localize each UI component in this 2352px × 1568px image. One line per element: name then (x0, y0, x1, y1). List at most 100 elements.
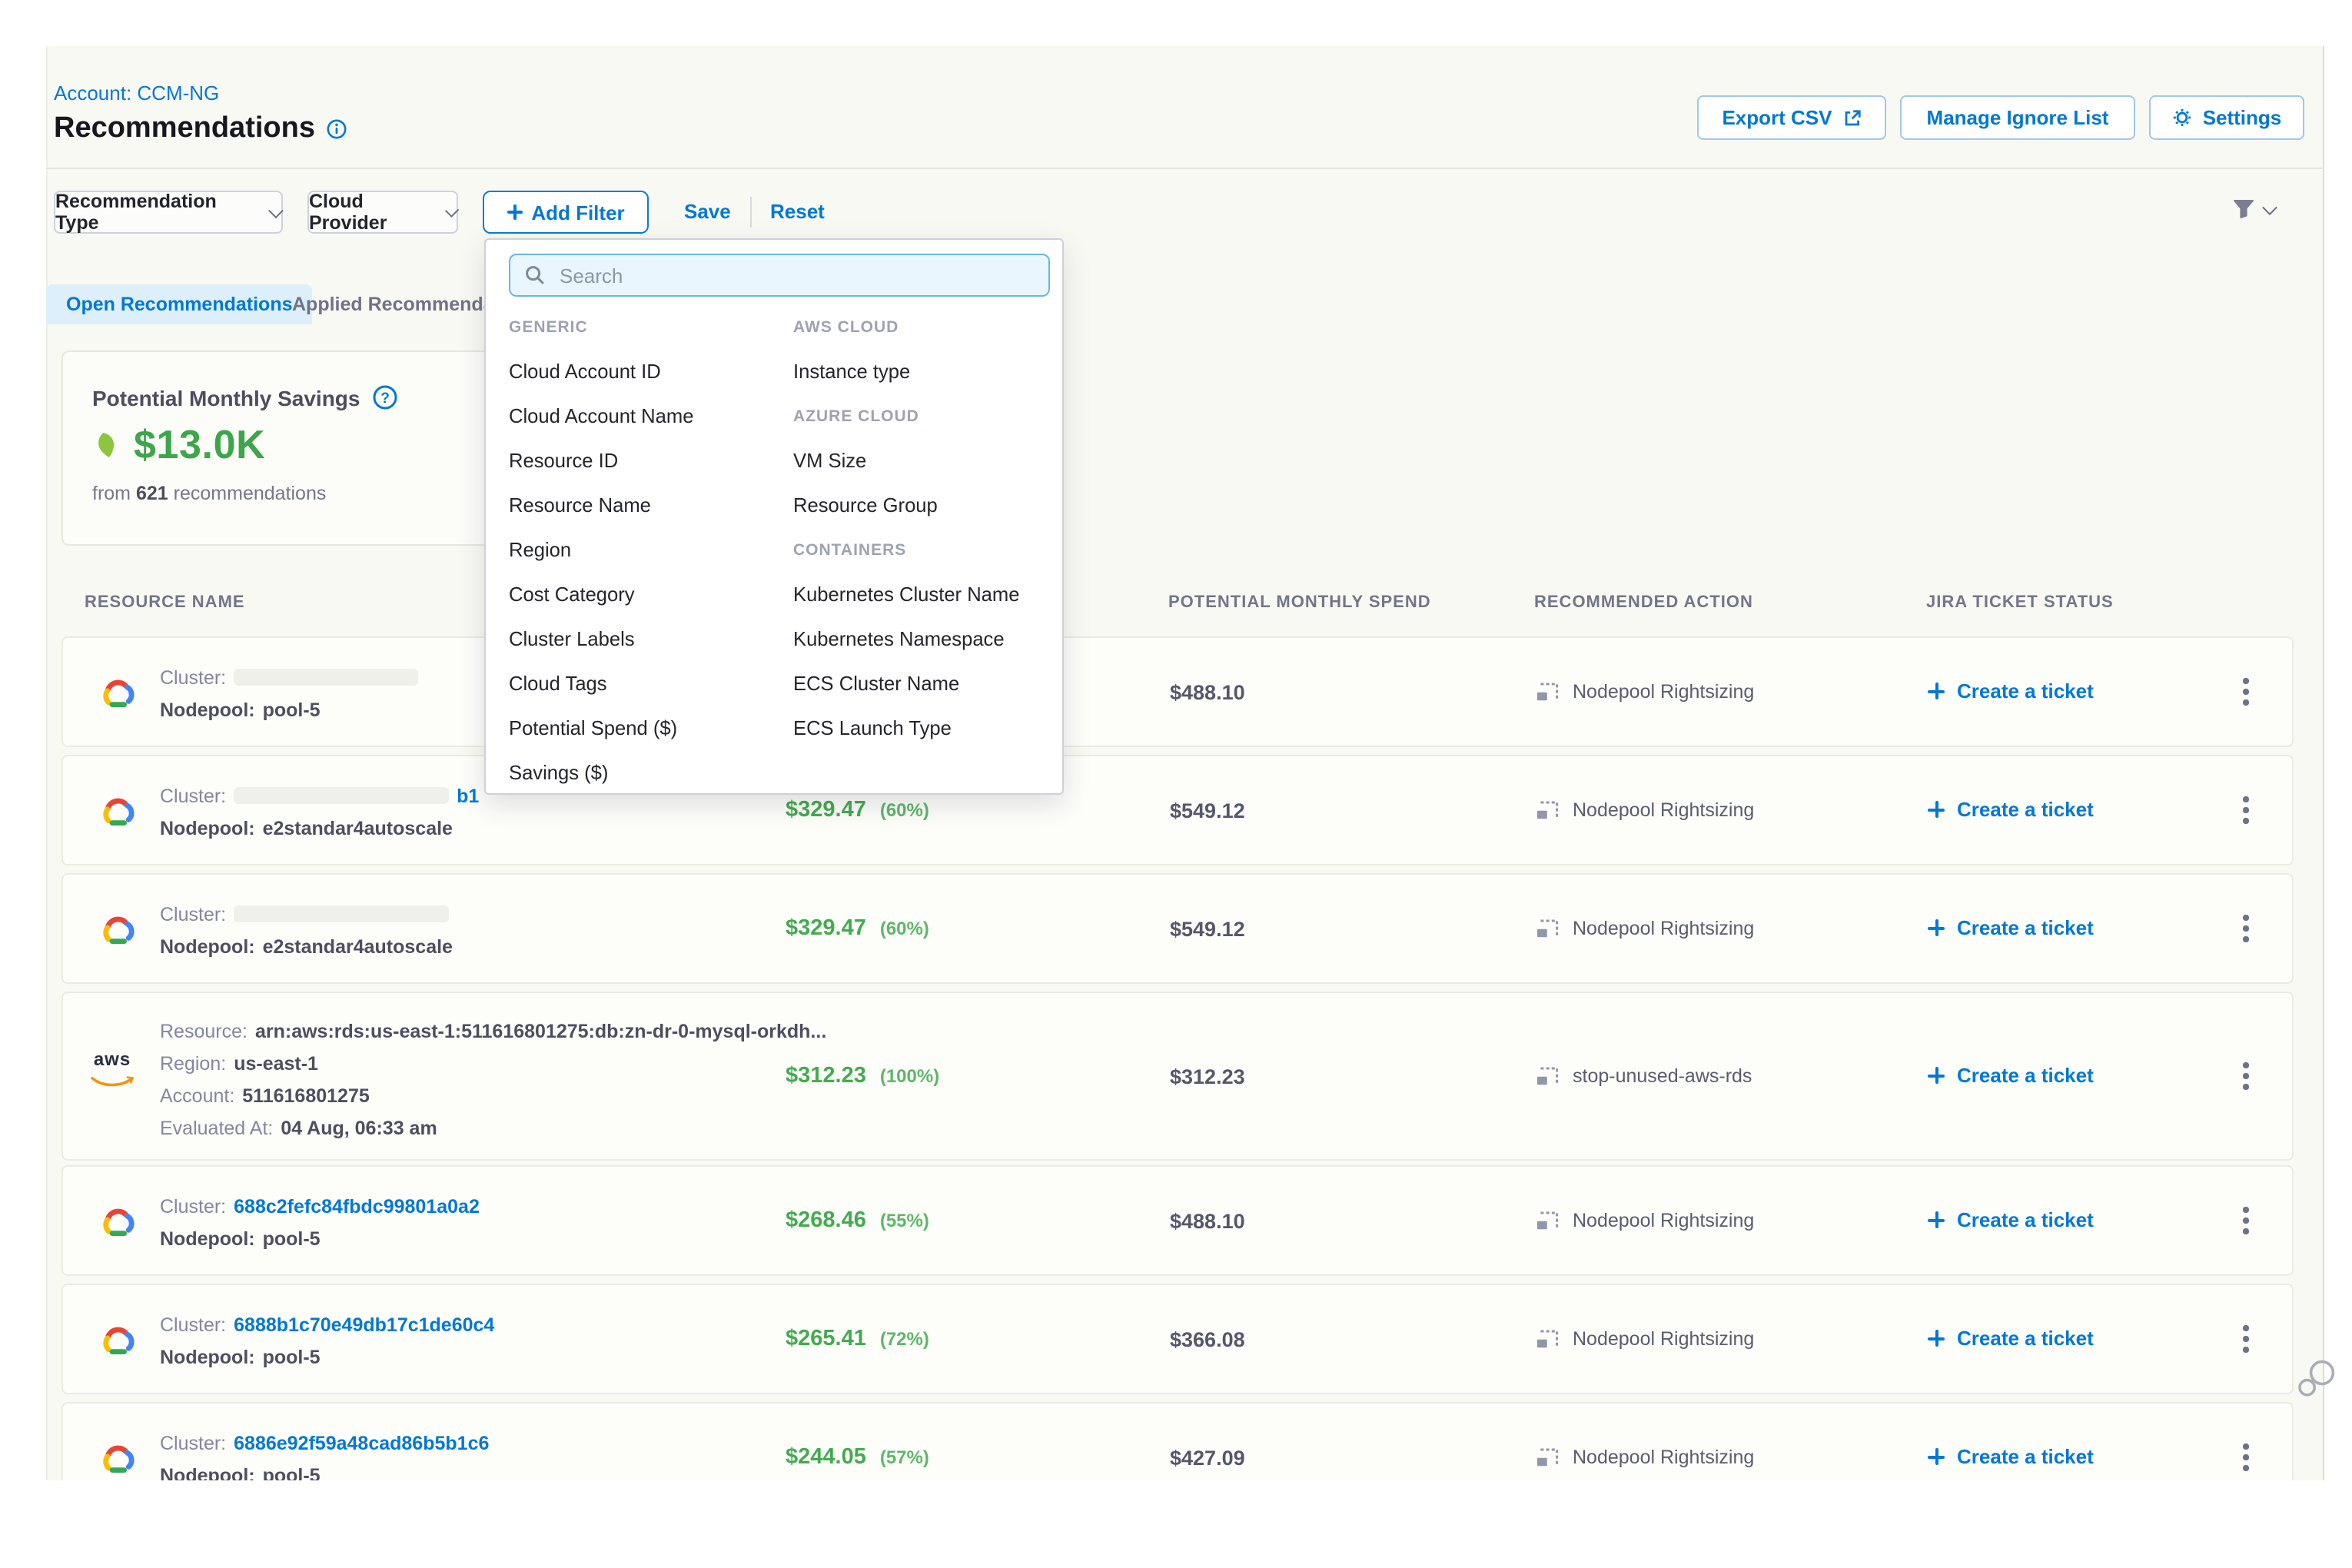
row-menu-kebab[interactable] (2240, 675, 2251, 708)
resource-label: Resource: (160, 1020, 247, 1041)
create-ticket-link[interactable]: Create a ticket (1928, 679, 2094, 703)
cloud-provider-label: Cloud Provider (309, 191, 434, 234)
export-csv-button[interactable]: Export CSV (1697, 95, 1886, 140)
rightsizing-icon (1536, 682, 1559, 702)
action-label: Nodepool Rightsizing (1573, 681, 1754, 703)
gcp-icon (98, 913, 138, 953)
table-row[interactable]: Cluster:6888b1c70e49db17c1de60c4 Nodepoo… (61, 1284, 2294, 1394)
plus-icon (1928, 683, 1945, 699)
filter-option-resource-name[interactable]: Resource Name (509, 483, 786, 527)
plus-icon (1928, 919, 1945, 936)
filter-option-region[interactable]: Region (509, 527, 786, 572)
account-breadcrumb[interactable]: Account: CCM-NG (54, 81, 219, 105)
cluster-link[interactable]: 6886e92f59a48cad86b5b1c6 (234, 1432, 489, 1453)
create-ticket-link[interactable]: Create a ticket (1928, 1064, 2094, 1087)
plus-icon (1928, 1448, 1945, 1465)
help-icon[interactable]: ? (373, 384, 399, 410)
filter-option-resource-id[interactable]: Resource ID (509, 438, 786, 483)
plus-icon (507, 204, 522, 220)
row-menu-kebab[interactable] (2240, 1204, 2251, 1237)
rightsizing-icon (1536, 800, 1559, 820)
save-filter-link[interactable]: Save (684, 200, 731, 223)
filter-option-savings[interactable]: Savings ($) (509, 750, 786, 795)
filter-option-cost-category[interactable]: Cost Category (509, 572, 786, 616)
create-ticket-link[interactable]: Create a ticket (1928, 916, 2094, 939)
recommended-action-cell: stop-unused-aws-rds (1536, 1065, 1752, 1087)
create-ticket-link[interactable]: Create a ticket (1928, 798, 2094, 821)
filter-option-vm-size[interactable]: VM Size (793, 438, 1055, 483)
filter-option-kubernetes-namespace[interactable]: Kubernetes Namespace (793, 616, 1055, 661)
cluster-link[interactable]: b1 (457, 785, 479, 806)
row-menu-kebab[interactable] (2240, 1322, 2251, 1355)
page-title: Recommendations (54, 112, 347, 146)
cloud-provider-dropdown[interactable]: Cloud Provider (307, 191, 458, 234)
recommendation-type-dropdown[interactable]: Recommendation Type (54, 191, 283, 234)
filter-option-ecs-cluster-name[interactable]: ECS Cluster Name (793, 661, 1055, 706)
monthly-spend-cell: $366.08 (1170, 1328, 1245, 1351)
savings-percent: (57%) (880, 1447, 929, 1468)
nodepool-label: Nodepool: (160, 699, 255, 720)
chat-bubble-icon[interactable] (2297, 1359, 2337, 1407)
row-menu-kebab[interactable] (2240, 793, 2251, 826)
cluster-link[interactable]: 688c2fefc84fbdc99801a0a2 (234, 1195, 480, 1217)
filter-panel-toggle[interactable] (2232, 198, 2275, 220)
add-filter-dropdown: GENERIC Cloud Account ID Cloud Account N… (484, 238, 1064, 795)
external-link-icon (1843, 108, 1862, 127)
chevron-down-icon (444, 203, 459, 218)
savings-subtext: from 621 recommendations (92, 483, 326, 504)
search-input[interactable] (556, 262, 1035, 288)
filter-option-cluster-labels[interactable]: Cluster Labels (509, 616, 786, 661)
aws-icon: aws (91, 1051, 134, 1096)
rightsizing-icon (1536, 1211, 1559, 1231)
filter-option-cloud-account-id[interactable]: Cloud Account ID (509, 349, 786, 394)
settings-button[interactable]: Settings (2149, 95, 2304, 140)
tab-open-recommendations[interactable]: Open Recommendations (46, 284, 313, 324)
resource-name-cell: Cluster:b1 Nodepool:e2standar4autoscale (160, 784, 479, 849)
filter-option-cloud-tags[interactable]: Cloud Tags (509, 661, 786, 706)
savings-value: $329.47 (786, 798, 866, 822)
region-label: Region: (160, 1052, 226, 1074)
monthly-savings-cell: $265.41(72%) (786, 1327, 929, 1351)
filter-option-potential-spend[interactable]: Potential Spend ($) (509, 706, 786, 750)
filter-option-cloud-account-name[interactable]: Cloud Account Name (509, 394, 786, 438)
cluster-link[interactable]: 6888b1c70e49db17c1de60c4 (234, 1314, 494, 1335)
column-header-resource-name[interactable]: RESOURCE NAME (85, 593, 245, 612)
table-row[interactable]: aws Resource:arn:aws:rds:us-east-1:51161… (61, 992, 2294, 1161)
monthly-spend-cell: $549.12 (1170, 918, 1245, 941)
recommended-action-cell: Nodepool Rightsizing (1536, 918, 1754, 939)
filter-option-resource-group[interactable]: Resource Group (793, 483, 1055, 527)
resource-name-cell: Cluster: Nodepool:e2standar4autoscale (160, 902, 453, 967)
row-menu-kebab[interactable] (2240, 1059, 2251, 1092)
savings-percent: (72%) (880, 1328, 929, 1350)
manage-ignore-list-button[interactable]: Manage Ignore List (1900, 95, 2135, 140)
table-row[interactable]: Cluster: Nodepool:e2standar4autoscale $3… (61, 873, 2294, 984)
table-row[interactable]: Cluster: Nodepool:pool-5 $488.10 Nodepoo… (61, 636, 2294, 747)
info-icon[interactable] (326, 118, 347, 140)
nodepool-value: pool-5 (263, 1227, 321, 1249)
savings-percent: (60%) (880, 918, 929, 939)
reset-filter-link[interactable]: Reset (770, 200, 825, 223)
dropdown-search[interactable] (509, 254, 1050, 297)
table-row[interactable]: Cluster:b1 Nodepool:e2standar4autoscale … (61, 755, 2294, 865)
rightsizing-icon (1536, 1066, 1559, 1086)
section-title-generic: GENERIC (509, 304, 786, 349)
add-filter-button[interactable]: Add Filter (483, 191, 649, 234)
row-menu-kebab[interactable] (2240, 1440, 2251, 1473)
create-ticket-link[interactable]: Create a ticket (1928, 1208, 2094, 1231)
section-title-containers: CONTAINERS (793, 527, 1055, 572)
filter-option-instance-type[interactable]: Instance type (793, 349, 1055, 394)
row-menu-kebab[interactable] (2240, 912, 2251, 945)
filter-divider (750, 197, 752, 228)
column-header-jira-ticket-status[interactable]: JIRA TICKET STATUS (1926, 593, 2114, 612)
monthly-savings-cell: $329.47(60%) (786, 916, 929, 941)
table-row[interactable]: Cluster:688c2fefc84fbdc99801a0a2 Nodepoo… (61, 1165, 2294, 1276)
create-ticket-link[interactable]: Create a ticket (1928, 1327, 2094, 1350)
monthly-savings-cell: $329.47(60%) (786, 798, 929, 822)
column-header-recommended-action[interactable]: RECOMMENDED ACTION (1534, 593, 1753, 612)
column-header-potential-monthly-spend[interactable]: POTENTIAL MONTHLY SPEND (1168, 593, 1431, 612)
filter-option-ecs-launch-type[interactable]: ECS Launch Type (793, 706, 1055, 750)
gcp-icon (98, 1442, 138, 1482)
filter-option-kubernetes-cluster-name[interactable]: Kubernetes Cluster Name (793, 572, 1055, 616)
create-ticket-link[interactable]: Create a ticket (1928, 1445, 2094, 1468)
gcp-icon (98, 1205, 138, 1245)
